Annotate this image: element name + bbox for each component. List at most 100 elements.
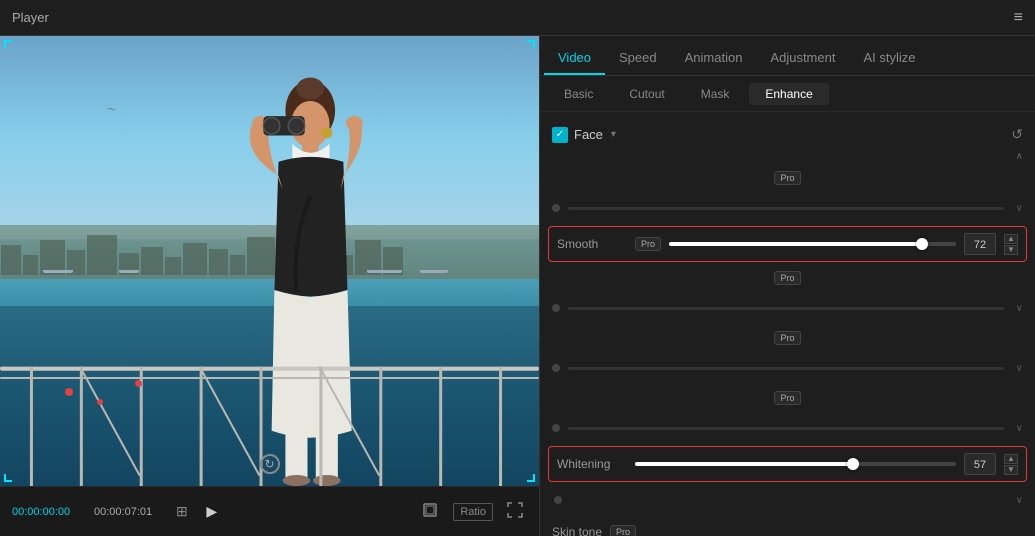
whitening-value[interactable]: 57 [964,453,996,475]
smooth-slider-row: Smooth Pro 72 ▲ ▼ [548,226,1027,262]
player-controls: 00:00:00:00 00:00:07:01 ⊞ ▶ Ratio [0,486,539,536]
building [87,235,117,275]
top-bar: Player ≡ [0,0,1035,36]
collapse-icon-1[interactable]: ∧ [1016,151,1023,162]
smooth-value[interactable]: 72 [964,233,996,255]
seagull: 〜 [108,104,116,115]
smooth-fill [669,242,922,246]
crop-button[interactable] [417,499,443,524]
building [23,255,38,275]
face-reset-button[interactable]: ↺ [1011,126,1023,143]
current-time: 00:00:00:00 [12,506,82,518]
face-section-header: ✓ Face ▾ ↺ [540,120,1035,149]
rotate-handle[interactable]: ↻ [260,454,280,474]
whitening-slider-row: Whitening 57 ▲ ▼ [548,446,1027,482]
video-frame: 〜 [0,36,539,486]
smooth-label: Smooth [557,237,627,251]
building [1,245,21,275]
down-arrow-4: ∨ [1016,423,1023,434]
collapse-row-1: ∧ [540,149,1035,164]
app-title: Player [12,10,49,25]
disabled-track-1 [568,207,1004,210]
ratio-button[interactable]: Ratio [453,503,493,521]
pro-badge-4: Pro [774,391,800,405]
play-button[interactable]: ▶ [200,500,224,524]
disabled-dot-4 [552,424,560,432]
total-time: 00:00:07:01 [94,506,164,518]
pro-badge-2: Pro [774,271,800,285]
right-panel: Video Speed Animation Adjustment AI styl… [540,36,1035,536]
whitening-spinners: ▲ ▼ [1004,454,1018,475]
smooth-spinners: ▲ ▼ [1004,234,1018,255]
disabled-slider-1: ∨ [540,192,1035,224]
disabled-track-4 [568,427,1004,430]
subtab-enhance[interactable]: Enhance [749,83,828,105]
pro-row-1: Pro [540,164,1035,192]
tab-ai-stylize[interactable]: AI stylize [849,42,929,75]
down-arrow-3: ∨ [1016,363,1023,374]
tab-video[interactable]: Video [544,42,605,75]
face-checkbox[interactable]: ✓ [552,127,568,143]
dot-row-below-whitening: ∨ [540,484,1035,516]
fullscreen-button[interactable] [503,500,527,523]
main-layout: 〜 [0,36,1035,536]
tab-speed[interactable]: Speed [605,42,671,75]
corner-handle-tr[interactable] [527,40,535,48]
tab-animation[interactable]: Animation [671,42,757,75]
smooth-track-container[interactable] [669,242,956,246]
buoy [135,380,142,387]
player-panel: 〜 [0,36,540,536]
corner-handle-tl[interactable] [4,40,12,48]
disabled-track-3 [568,367,1004,370]
subtab-basic[interactable]: Basic [548,83,609,105]
grid-icon[interactable]: ⊞ [176,503,188,520]
whitening-track-container[interactable] [635,462,956,466]
down-arrow-5: ∨ [1016,495,1023,506]
disabled-slider-3: ∨ [540,352,1035,384]
disabled-slider-2: ∨ [540,292,1035,324]
smooth-increment[interactable]: ▲ [1004,234,1018,244]
whitening-decrement[interactable]: ▼ [1004,465,1018,475]
skin-tone-label: Skin tone [552,525,602,536]
smooth-track[interactable] [669,242,956,246]
down-arrow-1: ∨ [1016,203,1023,214]
skin-tone-row: Skin tone Pro [540,516,1035,536]
dot-below-whitening [554,496,562,504]
main-tabs: Video Speed Animation Adjustment AI styl… [540,36,1035,76]
pro-badge-1: Pro [774,171,800,185]
menu-icon[interactable]: ≡ [1014,9,1023,27]
tab-adjustment[interactable]: Adjustment [756,42,849,75]
down-arrow-2: ∨ [1016,303,1023,314]
face-title: Face [574,127,603,142]
disabled-track-2 [568,307,1004,310]
whitening-track[interactable] [635,462,956,466]
pro-badge-3: Pro [774,331,800,345]
corner-handle-br[interactable] [527,474,535,482]
video-scene: 〜 [0,36,539,486]
disabled-slider-4: ∨ [540,412,1035,444]
boat-far [43,270,73,273]
corner-handle-bl[interactable] [4,474,12,482]
video-area: 〜 [0,36,539,486]
disabled-dot-2 [552,304,560,312]
sub-tabs: Basic Cutout Mask Enhance [540,76,1035,112]
whitening-fill [635,462,853,466]
face-expand-arrow[interactable]: ▾ [611,129,616,140]
pro-row-2: Pro [540,264,1035,292]
subtab-cutout[interactable]: Cutout [613,83,680,105]
buoy [97,399,103,405]
whitening-label: Whitening [557,457,627,471]
panel-content: ✓ Face ▾ ↺ ∧ Pro ∨ Smooth Pro [540,112,1035,536]
buoy [65,388,73,396]
smooth-pro-badge: Pro [635,237,661,251]
disabled-dot-1 [552,204,560,212]
pro-row-4: Pro [540,384,1035,412]
disabled-dot-3 [552,364,560,372]
controls-right: Ratio [417,499,527,524]
pro-row-3: Pro [540,324,1035,352]
whitening-thumb[interactable] [847,458,859,470]
smooth-decrement[interactable]: ▼ [1004,245,1018,255]
smooth-thumb[interactable] [916,238,928,250]
subtab-mask[interactable]: Mask [685,83,746,105]
whitening-increment[interactable]: ▲ [1004,454,1018,464]
